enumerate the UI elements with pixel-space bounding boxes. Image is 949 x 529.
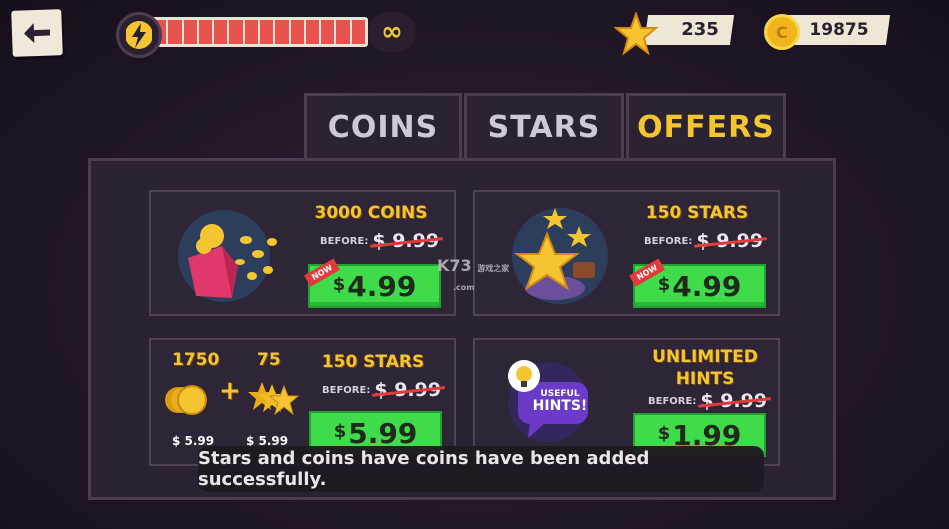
offer-title: UNLIMITED HINTS: [652, 347, 758, 389]
old-price-row: BEFORE: $ 9.99: [320, 230, 439, 252]
infinity-icon: ∞: [368, 12, 416, 52]
tab-offers[interactable]: OFFERS: [626, 93, 786, 159]
back-button[interactable]: [11, 9, 63, 57]
gift-box-coins-icon: [176, 206, 286, 306]
coins-count: 19875: [809, 20, 869, 40]
stars-count: 235: [681, 19, 719, 40]
old-price: $ 9.99: [696, 230, 764, 252]
coin-icon: C: [764, 14, 800, 50]
watermark: K73 游戏之家 .com: [437, 256, 510, 292]
before-label: BEFORE:: [322, 384, 371, 396]
old-price: $ 9.99: [372, 230, 440, 252]
offer-title: 150 STARS: [321, 352, 425, 372]
before-label: BEFORE:: [644, 235, 693, 247]
before-label: BEFORE:: [648, 395, 697, 407]
bundle-stars-qty: 75: [257, 350, 281, 370]
old-price-row: BEFORE: $ 9.99: [644, 230, 763, 252]
success-toast: Stars and coins have coins have been add…: [198, 446, 764, 492]
lightning-icon: [116, 12, 162, 58]
arrow-left-icon: [24, 23, 51, 44]
coin-stack-icon: [164, 380, 212, 424]
hint-bubble-text: USEFUL HINTS!: [532, 389, 588, 414]
old-price: $ 9.99: [374, 379, 442, 401]
offer-title: 3000 COINS: [314, 203, 428, 223]
offer-title: 150 STARS: [645, 203, 749, 223]
stars-stack-icon: [246, 378, 304, 424]
old-price-row: BEFORE: $ 9.99: [648, 390, 767, 412]
bundle-coins-qty: 1750: [172, 350, 220, 370]
plus-sign: +: [219, 376, 241, 406]
stars-box-icon: [505, 200, 615, 310]
old-price: $ 9.99: [700, 390, 768, 412]
before-label: BEFORE:: [320, 235, 369, 247]
energy-bar: [150, 17, 368, 47]
tab-stars[interactable]: STARS: [464, 93, 624, 159]
old-price-row: BEFORE: $ 9.99: [322, 379, 441, 401]
star-icon: [613, 11, 659, 56]
tab-coins[interactable]: COINS: [304, 93, 462, 159]
